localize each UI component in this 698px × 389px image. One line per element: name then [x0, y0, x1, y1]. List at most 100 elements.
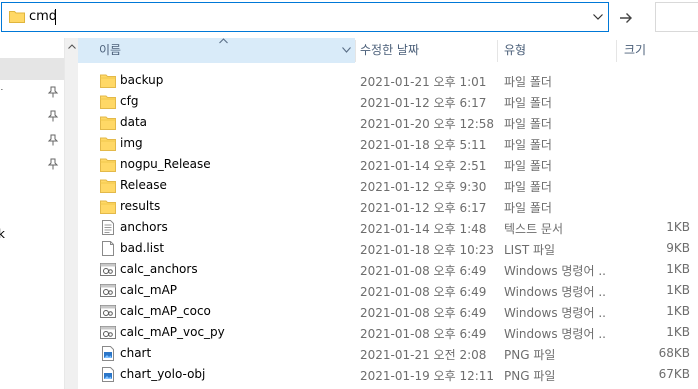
file-row[interactable]: calc_mAP 2021-01-08 오후 6:49 Windows 명령어 ..… [78, 280, 698, 301]
column-size-header[interactable]: 크기 [624, 38, 646, 63]
address-input[interactable]: cmd [1, 2, 609, 32]
file-row[interactable]: nogpu_Release 2021-01-14 오후 2:51 파일 폴더 [78, 154, 698, 175]
file-row[interactable]: bad.list 2021-01-18 오후 10:23 LIST 파일 9KB [78, 238, 698, 259]
cmd-file-icon [100, 325, 116, 340]
file-size: 1KB [666, 304, 690, 318]
image-file-icon [100, 367, 116, 382]
file-date-modified: 2021-01-18 오후 5:11 [360, 138, 487, 152]
file-row[interactable]: data 2021-01-20 오후 12:58 파일 폴더 [78, 112, 698, 133]
file-date-modified: 2021-01-21 오후 1:01 [360, 75, 487, 89]
folder-icon [100, 94, 116, 109]
file-type: 파일 폴더 [504, 159, 552, 173]
folder-icon [100, 199, 116, 214]
file-name: Release [120, 178, 167, 192]
file-type: 파일 폴더 [504, 96, 552, 110]
chevron-up-icon[interactable] [68, 44, 76, 49]
image-file-icon [100, 346, 116, 361]
file-row[interactable]: chart_yolo-obj 2021-01-19 오후 12:11 PNG 파일 6… [78, 364, 698, 385]
go-button[interactable] [612, 4, 640, 32]
file-name: calc_mAP [120, 283, 178, 297]
nav-item-selected[interactable] [0, 58, 64, 80]
column-header: 이름 수정한 날짜 유형 크기 [78, 38, 698, 63]
file-name: calc_mAP_coco [120, 304, 211, 318]
file-size: 9KB [666, 241, 690, 255]
text-file-icon [100, 220, 116, 235]
file-row[interactable]: calc_mAP_voc_py 2021-01-08 오후 6:49 Windows… [78, 322, 698, 343]
file-type: Windows 명령어 ... [504, 264, 606, 278]
file-type: 파일 폴더 [504, 201, 552, 215]
file-size: 1KB [666, 283, 690, 297]
column-name-header[interactable]: 이름 [78, 38, 355, 63]
sort-ascending-icon [219, 38, 228, 44]
file-row[interactable]: anchors 2021-01-14 오후 1:48 텍스트 문서 1KB [78, 217, 698, 238]
file-type: 파일 폴더 [504, 75, 552, 89]
file-row[interactable]: backup 2021-01-21 오후 1:01 파일 폴더 [78, 70, 698, 91]
file-name: nogpu_Release [120, 157, 211, 171]
file-date-modified: 2021-01-12 오후 6:17 [360, 96, 487, 110]
file-name: results [120, 199, 161, 213]
file-name: img [120, 136, 143, 150]
file-name: backup [120, 73, 164, 87]
file-size: 67KB [658, 367, 690, 381]
file-row[interactable]: results 2021-01-12 오후 6:17 파일 폴더 [78, 196, 698, 217]
pin-icon[interactable] [47, 86, 59, 98]
column-divider[interactable] [616, 40, 617, 62]
file-type: Windows 명령어 ... [504, 285, 606, 299]
cmd-file-icon [100, 283, 116, 298]
file-row[interactable]: Release 2021-01-12 오후 9:30 파일 폴더 [78, 175, 698, 196]
column-date-header[interactable]: 수정한 날짜 [360, 38, 419, 63]
file-size: 1KB [666, 325, 690, 339]
chevron-down-icon[interactable] [342, 47, 351, 53]
file-date-modified: 2021-01-20 오후 12:58 [360, 117, 495, 131]
file-date-modified: 2021-01-14 오후 2:51 [360, 159, 487, 173]
file-row[interactable]: calc_mAP_coco 2021-01-08 오후 6:49 Windows 명… [78, 301, 698, 322]
file-type: PNG 파일 [504, 348, 556, 362]
file-date-modified: 2021-01-14 오후 1:48 [360, 222, 487, 236]
file-row[interactable]: cfg 2021-01-12 오후 6:17 파일 폴더 [78, 91, 698, 112]
file-type: 텍스트 문서 [504, 222, 564, 236]
search-input[interactable] [655, 2, 698, 32]
file-row[interactable]: chart 2021-01-21 오전 2:08 PNG 파일 68KB [78, 343, 698, 364]
navigation-pane: ּ k [0, 38, 64, 389]
cmd-file-icon [100, 262, 116, 277]
file-date-modified: 2021-01-18 오후 10:23 [360, 243, 495, 257]
file-date-modified: 2021-01-08 오후 6:49 [360, 285, 487, 299]
file-name: calc_anchors [120, 262, 198, 276]
folder-icon [100, 136, 116, 151]
file-type: Windows 명령어 ... [504, 327, 606, 341]
file-type: 파일 폴더 [504, 138, 552, 152]
file-date-modified: 2021-01-12 오후 6:17 [360, 201, 487, 215]
file-type: LIST 파일 [504, 243, 556, 257]
file-icon [100, 241, 116, 256]
file-size: 1KB [666, 262, 690, 276]
nav-scrollbar[interactable] [64, 38, 78, 389]
file-name: data [120, 115, 148, 129]
file-row[interactable]: calc_anchors 2021-01-08 오후 6:49 Windows 명령… [78, 259, 698, 280]
file-name: chart [120, 346, 152, 360]
pin-icon[interactable] [47, 158, 59, 170]
column-type-header[interactable]: 유형 [504, 38, 526, 63]
pin-icon[interactable] [47, 134, 59, 146]
file-date-modified: 2021-01-08 오후 6:49 [360, 327, 487, 341]
folder-icon [100, 115, 116, 130]
file-date-modified: 2021-01-19 오후 12:11 [360, 369, 495, 383]
file-type: PNG 파일 [504, 369, 556, 383]
chevron-down-icon [593, 14, 603, 20]
file-row[interactable]: img 2021-01-18 오후 5:11 파일 폴더 [78, 133, 698, 154]
column-name-label: 이름 [99, 43, 122, 57]
file-date-modified: 2021-01-08 오후 6:49 [360, 264, 487, 278]
file-name: cfg [120, 94, 139, 108]
address-history-dropdown[interactable] [586, 3, 610, 31]
file-name: chart_yolo-obj [120, 367, 206, 381]
file-name: bad.list [120, 241, 165, 255]
folder-icon [9, 11, 25, 23]
folder-icon [100, 178, 116, 193]
pin-icon[interactable] [47, 110, 59, 122]
file-date-modified: 2021-01-12 오후 9:30 [360, 180, 487, 194]
file-date-modified: 2021-01-21 오전 2:08 [360, 348, 487, 362]
nav-item-label-fragment[interactable]: k [0, 227, 5, 241]
column-divider[interactable] [355, 40, 356, 62]
file-type: Windows 명령어 ... [504, 306, 606, 320]
column-divider[interactable] [497, 40, 498, 62]
address-path-text: cmd [29, 9, 58, 24]
